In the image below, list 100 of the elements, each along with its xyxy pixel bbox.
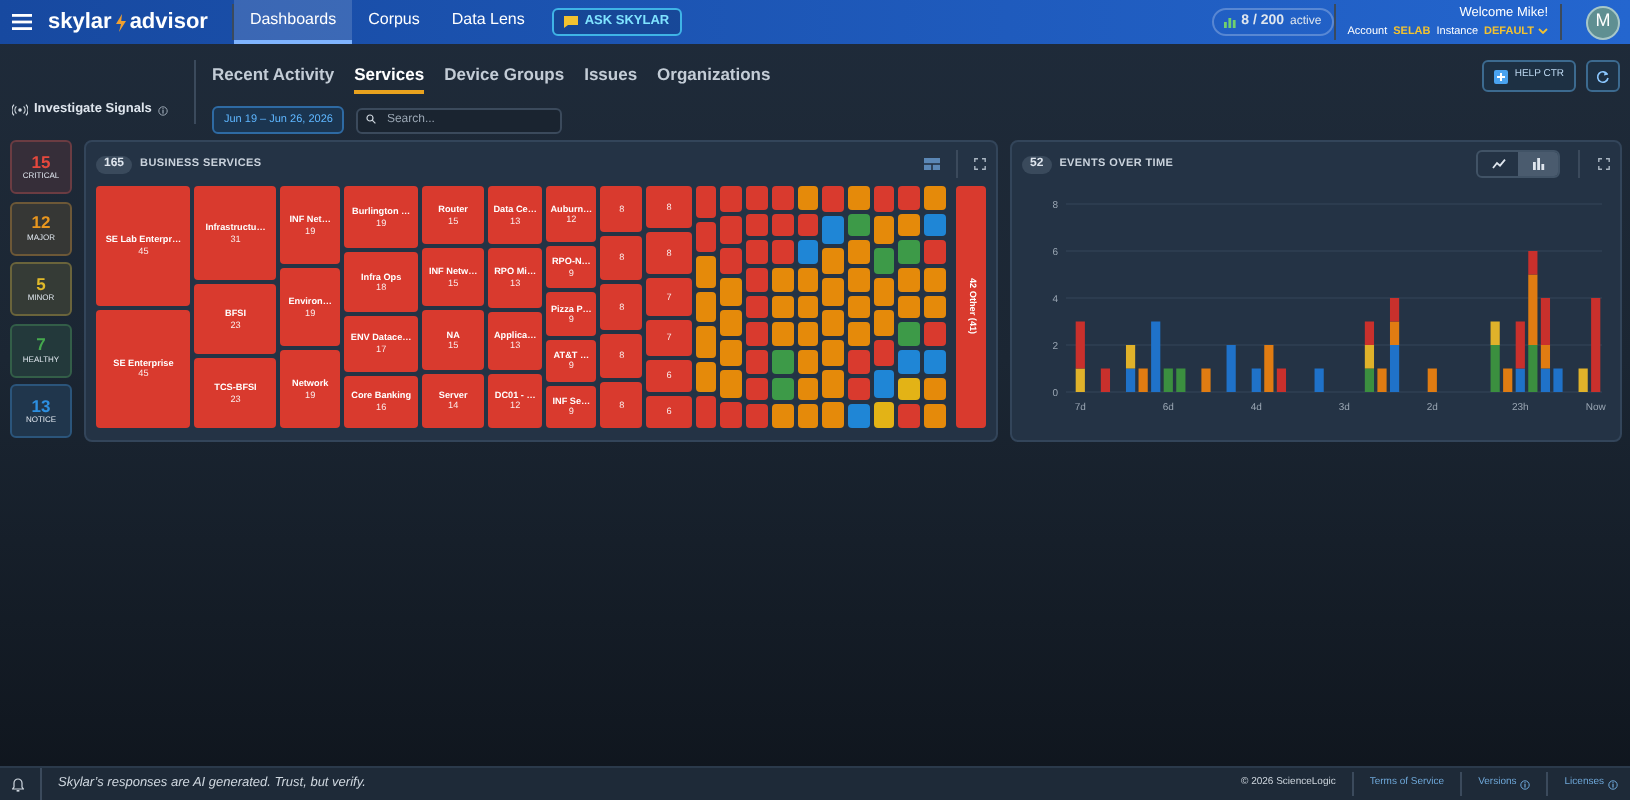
sub-tab[interactable]: Device Groups	[444, 62, 565, 94]
service-tile[interactable]	[797, 350, 819, 374]
service-tile[interactable]	[746, 377, 768, 401]
service-tile[interactable]	[924, 213, 946, 237]
service-tile[interactable]	[822, 278, 844, 305]
service-tile[interactable]	[898, 213, 921, 237]
service-tile[interactable]	[746, 213, 768, 237]
service-tile[interactable]	[898, 322, 921, 347]
service-tile[interactable]	[695, 221, 717, 253]
service-tile[interactable]	[898, 350, 921, 374]
service-tile[interactable]	[720, 186, 743, 213]
layout-icon[interactable]	[924, 158, 940, 170]
service-tile[interactable]	[720, 339, 743, 367]
service-tile[interactable]	[898, 295, 921, 319]
service-tile[interactable]	[848, 213, 870, 237]
service-tile[interactable]	[848, 377, 870, 401]
service-tile[interactable]	[771, 240, 794, 265]
service-tile[interactable]	[822, 339, 844, 367]
service-tile[interactable]	[797, 404, 819, 429]
service-tile[interactable]	[797, 377, 819, 401]
service-tile[interactable]	[771, 186, 794, 210]
service-tile[interactable]	[898, 268, 921, 292]
service-tile[interactable]	[873, 247, 895, 275]
view-toggle[interactable]	[1476, 150, 1560, 178]
service-tile[interactable]	[924, 186, 946, 210]
service-tile[interactable]	[695, 256, 717, 288]
service-tile[interactable]	[695, 291, 717, 323]
service-tile[interactable]	[720, 401, 743, 428]
bell-icon[interactable]	[12, 777, 24, 791]
service-tile[interactable]	[822, 309, 844, 336]
expand-icon[interactable]	[974, 158, 986, 170]
service-tile[interactable]	[720, 278, 743, 305]
service-tile[interactable]	[924, 268, 946, 292]
service-tile[interactable]	[924, 240, 946, 265]
service-tile[interactable]	[873, 216, 895, 244]
service-tile[interactable]	[771, 322, 794, 347]
service-tile[interactable]	[797, 213, 819, 237]
service-tile[interactable]	[720, 309, 743, 336]
service-tile[interactable]	[771, 377, 794, 401]
service-tile[interactable]	[898, 240, 921, 265]
service-tile[interactable]	[746, 350, 768, 374]
nav-tab[interactable]: Dashboards	[233, 0, 353, 44]
service-tile[interactable]	[695, 396, 717, 429]
service-tile[interactable]	[771, 295, 794, 319]
service-tile[interactable]	[771, 350, 794, 374]
service-tile[interactable]	[924, 377, 946, 401]
service-tile[interactable]	[822, 401, 844, 428]
service-tile[interactable]	[898, 186, 921, 210]
sub-tab[interactable]: Issues	[584, 62, 638, 94]
service-tile[interactable]	[797, 240, 819, 265]
service-tile[interactable]	[695, 326, 717, 358]
service-tile[interactable]	[797, 186, 819, 210]
service-tile[interactable]	[746, 186, 768, 210]
service-tile[interactable]	[848, 404, 870, 429]
service-tile[interactable]	[873, 186, 895, 213]
service-tile[interactable]	[720, 216, 743, 244]
menu-icon[interactable]	[12, 14, 32, 30]
service-tile[interactable]	[924, 404, 946, 429]
service-tile[interactable]	[848, 186, 870, 210]
service-tile[interactable]	[873, 309, 895, 336]
service-tile[interactable]	[848, 350, 870, 374]
service-tile[interactable]	[746, 295, 768, 319]
service-tile[interactable]	[924, 322, 946, 347]
service-tile[interactable]	[720, 247, 743, 275]
service-tile[interactable]	[924, 350, 946, 374]
service-tile[interactable]	[924, 295, 946, 319]
service-tile[interactable]	[848, 240, 870, 265]
service-tile[interactable]	[797, 295, 819, 319]
service-tile[interactable]	[771, 404, 794, 429]
sub-tab[interactable]: Recent Activity	[212, 62, 335, 94]
refresh-button[interactable]	[1586, 60, 1620, 92]
service-tile[interactable]	[746, 240, 768, 265]
service-tile[interactable]	[822, 247, 844, 275]
service-tile[interactable]	[848, 268, 870, 292]
service-tile[interactable]	[822, 370, 844, 398]
service-tile[interactable]	[771, 213, 794, 237]
service-tile[interactable]	[746, 268, 768, 292]
service-tile[interactable]	[695, 361, 717, 393]
service-tile[interactable]	[873, 339, 895, 367]
service-tile[interactable]	[822, 216, 844, 244]
service-tile[interactable]	[848, 295, 870, 319]
sub-tab[interactable]: Services	[354, 62, 425, 94]
avatar[interactable]: M	[1586, 5, 1620, 39]
chart-view-button[interactable]	[1518, 152, 1558, 176]
service-tile[interactable]	[746, 322, 768, 347]
service-tile[interactable]	[848, 322, 870, 347]
service-tile[interactable]	[898, 377, 921, 401]
service-tile[interactable]	[873, 401, 895, 428]
service-tile[interactable]	[720, 370, 743, 398]
service-tile[interactable]	[695, 186, 717, 218]
sub-tab[interactable]: Organizations	[657, 62, 771, 94]
expand-icon[interactable]	[1598, 158, 1610, 170]
service-tile[interactable]	[771, 268, 794, 292]
service-tile[interactable]	[873, 278, 895, 305]
service-tile[interactable]	[797, 322, 819, 347]
nav-tab[interactable]: Corpus	[352, 0, 436, 44]
info-icon[interactable]	[157, 105, 168, 116]
service-tile[interactable]	[797, 268, 819, 292]
service-tile[interactable]	[746, 404, 768, 429]
service-tile[interactable]	[898, 404, 921, 429]
